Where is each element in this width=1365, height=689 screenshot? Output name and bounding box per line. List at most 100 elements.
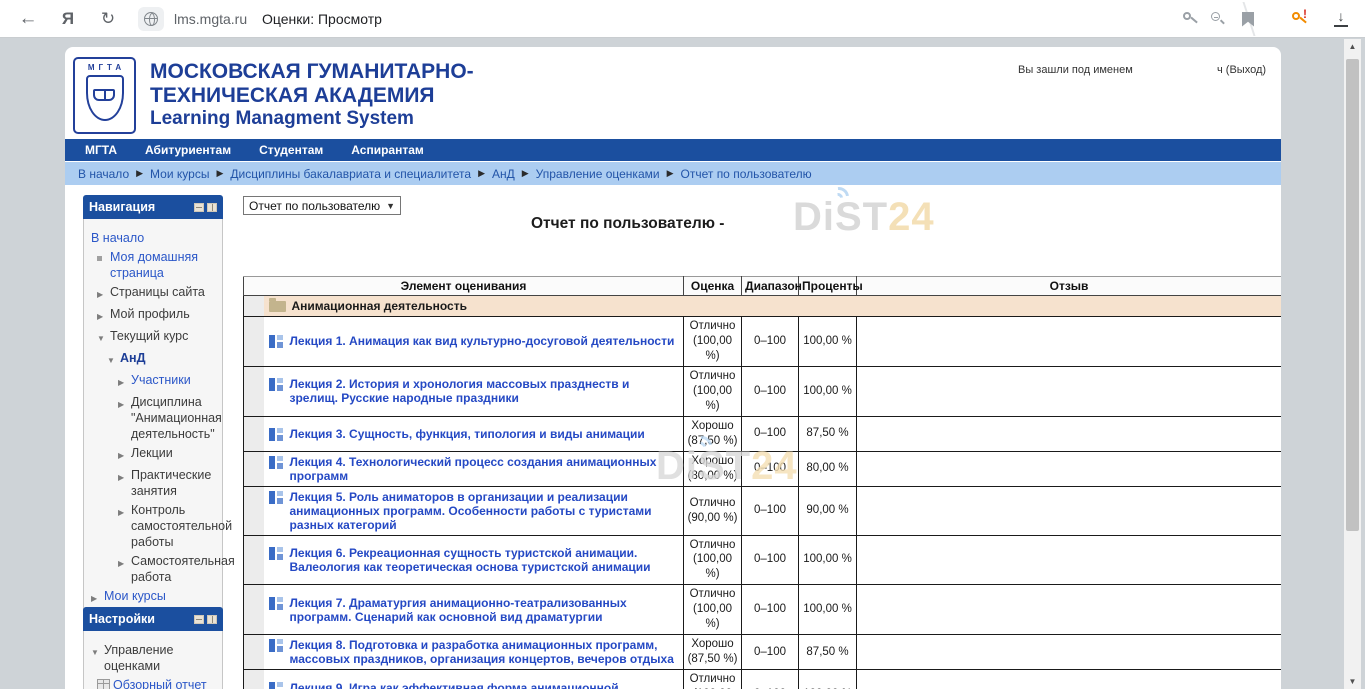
site-content: МГТА МОСКОВСКАЯ ГУМАНИТАРНО- ТЕХНИЧЕСКАЯ… — [65, 47, 1281, 689]
back-icon[interactable]: ← — [16, 7, 40, 31]
breadcrumb-link-0[interactable]: В начало — [78, 167, 129, 181]
navigation-item-10[interactable]: ▶Контроль самостоятельной работы — [87, 502, 219, 550]
item-link[interactable]: Лекция 8. Подготовка и разработка анимац… — [290, 638, 679, 666]
feedback-cell — [857, 535, 1281, 585]
item-name: Лекция 4. Технологический процесс создан… — [269, 455, 679, 483]
navbar-item-2[interactable]: Студентам — [259, 143, 323, 157]
navigation-block-title: Навигация — [89, 200, 191, 214]
lesson-icon-part — [277, 456, 283, 461]
item-link[interactable]: Лекция 6. Рекреационная сущность туристс… — [290, 546, 679, 574]
lesson-icon — [269, 335, 284, 348]
navigation-item-label: Участники — [131, 372, 219, 388]
grade-word: Хорошо — [685, 419, 740, 434]
scroll-down-icon[interactable]: ▼ — [1344, 674, 1361, 689]
block-collapse-icon[interactable] — [194, 615, 204, 624]
logout-link[interactable]: ч (Выход) — [1217, 64, 1266, 76]
navbar-item-3[interactable]: Аспирантам — [351, 143, 424, 157]
lesson-icon-part — [277, 646, 283, 652]
settings-item-0[interactable]: ▼Управление оценками — [87, 642, 219, 674]
protect-key-alert-icon[interactable]: ! — [1288, 7, 1310, 31]
yandex-logo-icon[interactable]: Я — [56, 7, 80, 31]
lesson-icon — [269, 378, 284, 391]
breadcrumb-link-1[interactable]: Мои курсы — [150, 167, 209, 181]
lesson-icon-part — [269, 682, 275, 689]
url-host[interactable]: lms.mgta.ru — [174, 11, 247, 27]
block-dock-icon[interactable] — [207, 203, 217, 212]
grade-cell: Отлично(100,00 %) — [684, 317, 742, 367]
item-link[interactable]: Лекция 9. Игра как эффективная форма ани… — [290, 681, 679, 689]
tree-collapsed-icon: ▶ — [118, 553, 131, 572]
navigation-item-1[interactable]: Моя домашняя страница — [87, 249, 219, 281]
item-link[interactable]: Лекция 1. Анимация как вид культурно-дос… — [290, 334, 675, 348]
navigation-item-12[interactable]: ▶Мои курсы — [87, 588, 219, 607]
navigation-item-7[interactable]: ▶Дисциплина "Анимационная деятельность" — [87, 394, 219, 442]
navigation-item-2[interactable]: ▶Страницы сайта — [87, 284, 219, 303]
lesson-icon-part — [277, 554, 283, 560]
navbar-item-0[interactable]: МГТА — [85, 143, 117, 157]
lesson-icon-part — [277, 604, 283, 610]
navigation-item-0[interactable]: В начало — [87, 230, 219, 246]
header-feedback-column: Отзыв — [857, 277, 1281, 296]
indent-cell — [244, 416, 264, 451]
item-link[interactable]: Лекция 3. Сущность, функция, типология и… — [290, 427, 645, 441]
site-globe-chip[interactable] — [138, 7, 164, 31]
item-link[interactable]: Лекция 7. Драматургия анимационно-театра… — [290, 596, 679, 624]
bookmark-icon[interactable] — [1238, 7, 1258, 31]
lms-subtitle: Learning Managment System — [150, 108, 414, 130]
lesson-icon-part — [277, 682, 283, 687]
lesson-icon-part — [277, 597, 283, 602]
navigation-block: Навигация В начало Моя домашняя страница ▶… — [83, 195, 223, 620]
settings-item-label: Управление оценками — [104, 642, 219, 674]
navigation-item-5[interactable]: ▼АнД — [87, 350, 219, 369]
table-row: Лекция 5. Роль аниматоров в организации … — [244, 486, 1282, 535]
navigation-item-label: Контроль самостоятельной работы — [131, 502, 232, 550]
report-type-select[interactable]: Отчет по пользователю ▼ — [243, 196, 401, 215]
navigation-item-8[interactable]: ▶Лекции — [87, 445, 219, 464]
breadcrumb: В начало▶Мои курсы▶Дисциплины бакалавриа… — [65, 162, 1281, 185]
block-collapse-icon[interactable] — [194, 203, 204, 212]
passwords-key-icon[interactable] — [1180, 7, 1200, 31]
downloads-icon[interactable]: ↓ — [1330, 7, 1352, 31]
item-link[interactable]: Лекция 5. Роль аниматоров в организации … — [290, 490, 679, 532]
navbar-item-1[interactable]: Абитуриентам — [145, 143, 231, 157]
navigation-item-6[interactable]: ▶Участники — [87, 372, 219, 391]
lesson-icon — [269, 682, 284, 689]
scroll-up-icon[interactable]: ▲ — [1344, 39, 1361, 54]
navigation-item-9[interactable]: ▶Практические занятия — [87, 467, 219, 499]
lesson-icon-part — [277, 385, 283, 391]
navigation-item-label: Самостоятельная работа — [131, 553, 235, 585]
tree-expanded-icon: ▼ — [91, 642, 104, 661]
breadcrumb-link-2[interactable]: Дисциплины бакалавриата и специалитета — [230, 167, 471, 181]
navigation-item-label: Текущий курс — [110, 328, 219, 344]
logo-book-icon — [93, 89, 115, 101]
navigation-item-4[interactable]: ▼Текущий курс — [87, 328, 219, 347]
indent-cell — [244, 635, 264, 670]
item-name-cell: Лекция 7. Драматургия анимационно-театра… — [264, 585, 684, 635]
lesson-icon-part — [269, 456, 275, 469]
navigation-block-body: В начало Моя домашняя страница ▶Страницы с… — [83, 219, 223, 620]
lesson-icon-part — [277, 378, 283, 383]
scrollbar-thumb[interactable] — [1346, 59, 1359, 531]
grade-cell: Отлично(100,00 %) — [684, 366, 742, 416]
vertical-scrollbar[interactable]: ▲ ▼ — [1344, 39, 1361, 689]
range-cell: 0–100 — [742, 366, 799, 416]
grade-word: Отлично — [685, 496, 740, 511]
page-search-icon[interactable] — [1208, 7, 1228, 31]
tree-collapsed-icon: ▶ — [118, 445, 131, 464]
item-link[interactable]: Лекция 4. Технологический процесс создан… — [290, 455, 679, 483]
refresh-icon[interactable]: ↻ — [96, 7, 120, 31]
item-name-cell: Лекция 4. Технологический процесс создан… — [264, 451, 684, 486]
table-row: Лекция 6. Рекреационная сущность туристс… — [244, 535, 1282, 585]
block-dock-icon[interactable] — [207, 615, 217, 624]
range-cell: 0–100 — [742, 670, 799, 689]
navigation-item-3[interactable]: ▶Мой профиль — [87, 306, 219, 325]
breadcrumb-link-5[interactable]: Отчет по пользователю — [681, 167, 812, 181]
breadcrumb-link-3[interactable]: АнД — [492, 167, 515, 181]
item-link[interactable]: Лекция 2. История и хронология массовых … — [290, 377, 679, 405]
navigation-item-11[interactable]: ▶Самостоятельная работа — [87, 553, 219, 585]
settings-item-1[interactable]: Обзорный отчет — [87, 677, 219, 689]
indent-cell — [244, 366, 264, 416]
breadcrumb-link-4[interactable]: Управление оценками — [536, 167, 660, 181]
grade-cell: Хорошо(80,00 %) — [684, 451, 742, 486]
lesson-icon-part — [277, 428, 283, 433]
